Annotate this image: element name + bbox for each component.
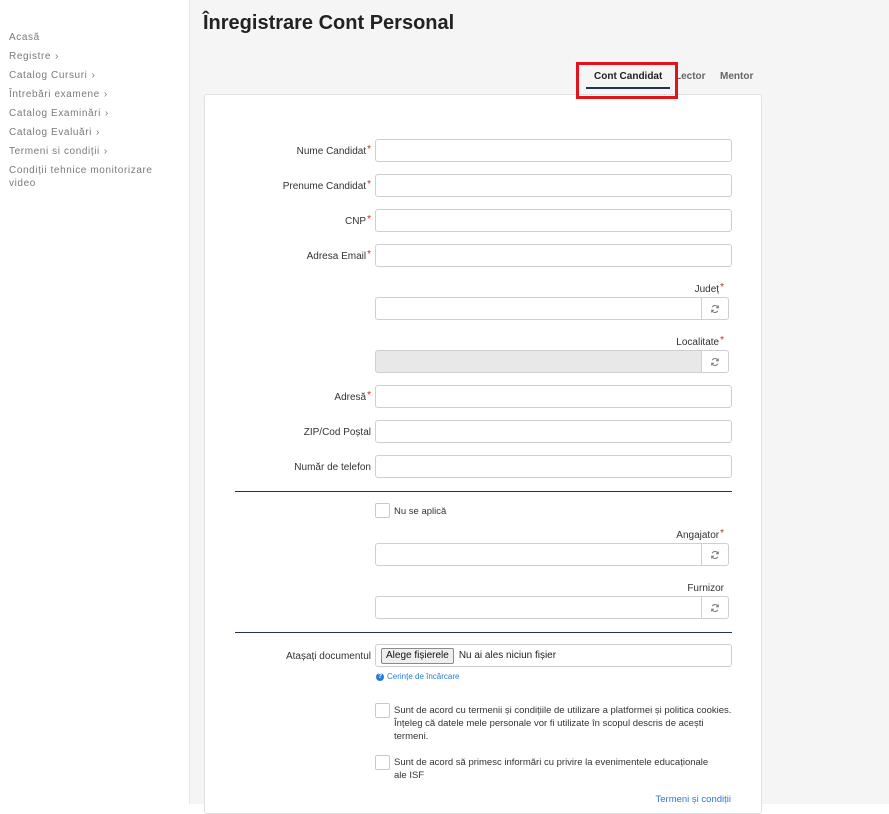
adresa-label: Adresă* <box>334 390 371 404</box>
judet-select[interactable] <box>375 297 702 320</box>
cnp-label: CNP* <box>344 214 371 228</box>
cnp-input[interactable] <box>375 209 732 232</box>
required-mark: * <box>367 144 371 155</box>
sidebar-item-label: Catalog Examinări <box>9 108 101 119</box>
sidebar-item-label: Întrebări examene <box>9 89 100 100</box>
page-title: Înregistrare Cont Personal <box>203 12 455 34</box>
localitate-label: Localitate* <box>676 335 724 349</box>
sidebar-item-conditii-tehnice[interactable]: Condiții tehnice monitorizare video <box>9 164 179 190</box>
tab-lector[interactable]: Lector <box>675 71 706 82</box>
sidebar-nav: Acasă Registre › Catalog Cursuri › Întrebă… <box>0 0 190 804</box>
prenume-label: Prenume Candidat* <box>282 179 371 193</box>
nume-input[interactable] <box>375 139 732 162</box>
localitate-refresh-button[interactable] <box>702 350 729 373</box>
zip-input[interactable] <box>375 420 732 443</box>
telefon-label: Număr de telefon <box>294 462 371 473</box>
terms-checkbox-label: Sunt de acord cu termenii și condițiile … <box>394 705 732 742</box>
chevron-right-icon: › <box>95 127 100 138</box>
section-divider <box>235 632 732 633</box>
chevron-right-icon: › <box>91 70 96 81</box>
chevron-right-icon: › <box>103 146 108 157</box>
localitate-select <box>375 350 702 373</box>
chevron-right-icon: › <box>55 51 59 62</box>
required-mark: * <box>367 179 371 190</box>
required-mark: * <box>720 528 724 539</box>
nu-se-aplica-label: Nu se aplică <box>394 506 447 517</box>
section-divider <box>235 491 732 492</box>
atasati-label: Atașați documentul <box>285 651 371 662</box>
sidebar-item-label: Termeni si condiții <box>9 146 100 157</box>
angajator-refresh-button[interactable] <box>702 543 729 566</box>
sidebar-item-label: Condiții tehnice monitorizare video <box>9 165 153 189</box>
active-tab-indicator <box>586 87 670 89</box>
required-mark: * <box>720 335 724 346</box>
email-label: Adresa Email* <box>306 249 371 263</box>
refresh-icon <box>711 603 719 612</box>
sidebar-item-label: Registre <box>9 51 52 62</box>
adresa-input[interactable] <box>375 385 732 408</box>
prenume-input[interactable] <box>375 174 732 197</box>
terms-checkbox[interactable] <box>375 703 390 718</box>
upload-requirements-label: Cerințe de încărcare <box>387 672 460 681</box>
newsletter-checkbox-label: Sunt de acord să primesc informări cu pr… <box>394 757 709 781</box>
nu-se-aplica-checkbox[interactable] <box>375 503 390 518</box>
sidebar-item-catalog-cursuri[interactable]: Catalog Cursuri › <box>9 69 179 82</box>
refresh-icon <box>711 550 719 559</box>
tab-cont-candidat[interactable]: Cont Candidat <box>594 71 662 82</box>
sidebar-item-label: Catalog Cursuri <box>9 70 88 81</box>
upload-requirements-link[interactable]: ? Cerințe de încărcare <box>376 672 459 681</box>
angajator-select[interactable] <box>375 543 702 566</box>
sidebar-menu: Acasă Registre › Catalog Cursuri › Întrebă… <box>9 31 179 196</box>
sidebar-item-catalog-evaluari[interactable]: Catalog Evaluări › <box>9 126 179 139</box>
angajator-label: Angajator* <box>676 528 724 542</box>
sidebar-item-label: Catalog Evaluări <box>9 127 92 138</box>
chevron-right-icon: › <box>103 89 108 100</box>
file-upload-field: Alege fișierele Nu ai ales niciun fișier <box>375 644 732 667</box>
required-mark: * <box>367 214 371 225</box>
telefon-input[interactable] <box>375 455 732 478</box>
judet-refresh-button[interactable] <box>702 297 729 320</box>
sidebar-item-label: Acasă <box>9 32 40 43</box>
tab-mentor[interactable]: Mentor <box>720 71 753 82</box>
furnizor-label: Furnizor <box>687 583 724 594</box>
nume-label: Nume Candidat* <box>296 144 371 158</box>
furnizor-select[interactable] <box>375 596 702 619</box>
judet-label: Județ* <box>694 282 724 296</box>
required-mark: * <box>367 390 371 401</box>
sidebar-item-acasa[interactable]: Acasă <box>9 31 179 44</box>
file-status-text: Nu ai ales niciun fișier <box>458 650 557 661</box>
sidebar-item-termeni[interactable]: Termeni si condiții › <box>9 145 179 158</box>
sidebar-item-intrebari-examene[interactable]: Întrebări examene › <box>9 88 179 101</box>
newsletter-checkbox[interactable] <box>375 755 390 770</box>
registration-form: Nume Candidat* Prenume Candidat* CNP* Ad… <box>204 94 762 814</box>
choose-files-button[interactable]: Alege fișierele <box>381 647 454 664</box>
refresh-icon <box>711 304 719 313</box>
furnizor-refresh-button[interactable] <box>702 596 729 619</box>
sidebar-item-catalog-examinari[interactable]: Catalog Examinări › <box>9 107 179 120</box>
sidebar-item-registre[interactable]: Registre › <box>9 50 179 63</box>
required-mark: * <box>367 249 371 260</box>
main-content: Înregistrare Cont Personal Cont Candidat… <box>190 0 889 814</box>
question-circle-icon: ? <box>376 672 384 681</box>
email-input[interactable] <box>375 244 732 267</box>
required-mark: * <box>720 282 724 293</box>
terms-link[interactable]: Termeni și condiții <box>656 794 732 805</box>
refresh-icon <box>711 357 719 366</box>
chevron-right-icon: › <box>104 108 109 119</box>
zip-label: ZIP/Cod Poștal <box>303 427 371 438</box>
